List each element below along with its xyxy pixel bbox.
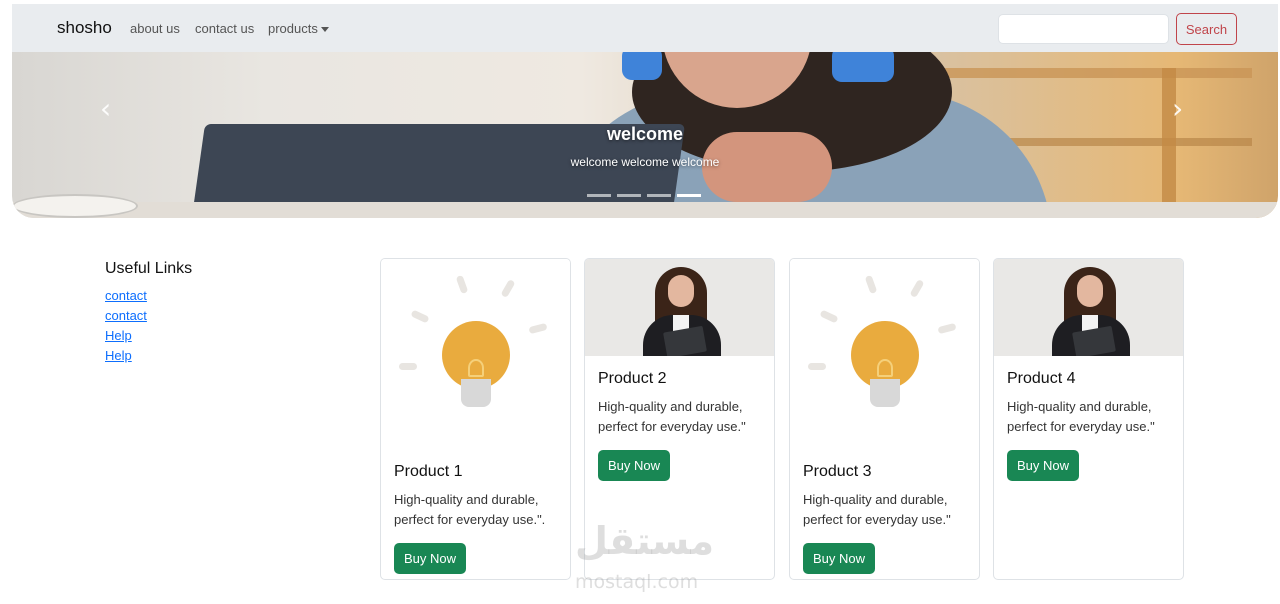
- product-card: Product 4 High-quality and durable, perf…: [993, 258, 1184, 580]
- product-card: Product 1 High-quality and durable, perf…: [380, 258, 571, 580]
- buy-now-button[interactable]: Buy Now: [598, 450, 671, 481]
- carousel-image-plate: [12, 194, 138, 218]
- watermark-text: mostaql.com: [575, 571, 699, 593]
- bulb-ray: [500, 278, 516, 299]
- lightbulb-image: [790, 259, 979, 449]
- page: shosho about us contact us products Sear…: [12, 4, 1278, 604]
- card-title: Product 1: [394, 463, 463, 480]
- useful-link-help[interactable]: Help: [105, 328, 132, 343]
- headphones-icon: [832, 52, 894, 82]
- card-text: High-quality and durable, perfect for ev…: [803, 492, 951, 527]
- nav-products-label: products: [268, 21, 318, 36]
- carousel-indicator-active[interactable]: [677, 194, 701, 197]
- woman-image: [585, 259, 774, 356]
- card-title: Product 3: [803, 463, 872, 480]
- bulb-ray: [864, 274, 878, 295]
- bulb-ray: [528, 322, 548, 335]
- lightbulb-image: [381, 259, 570, 449]
- navbar: shosho about us contact us products Sear…: [12, 4, 1278, 52]
- watermark-logo: مستقل: [575, 519, 714, 563]
- product-card: Product 3 High-quality and durable, perf…: [789, 258, 980, 580]
- card-text: High-quality and durable, perfect for ev…: [394, 492, 546, 527]
- bulb-ray: [909, 278, 925, 299]
- chevron-down-icon: [320, 27, 329, 33]
- buy-now-button[interactable]: Buy Now: [1007, 450, 1080, 481]
- carousel-indicator[interactable]: [587, 194, 611, 197]
- woman-image: [994, 259, 1183, 356]
- useful-link-help[interactable]: Help: [105, 348, 132, 363]
- carousel-indicator[interactable]: [617, 194, 641, 197]
- useful-links-title: Useful Links: [105, 260, 193, 277]
- hero-carousel: ‹ › welcome welcome welcome welcome: [12, 52, 1278, 218]
- card-body: Product 1 High-quality and durable, perf…: [381, 463, 570, 574]
- bulb-base: [461, 379, 491, 407]
- useful-link-contact[interactable]: contact: [105, 288, 147, 303]
- headphones-icon: [622, 52, 662, 80]
- card-text: High-quality and durable, perfect for ev…: [598, 399, 746, 434]
- search-input[interactable]: [998, 14, 1169, 44]
- search-button[interactable]: Search: [1176, 13, 1237, 45]
- card-title: Product 2: [598, 370, 667, 387]
- buy-now-button[interactable]: Buy Now: [394, 543, 467, 574]
- bulb-ray: [937, 322, 957, 335]
- woman-face: [1077, 275, 1103, 307]
- bulb-ray: [410, 309, 430, 324]
- bulb-base: [870, 379, 900, 407]
- card-text: High-quality and durable, perfect for ev…: [1007, 399, 1155, 434]
- brand-logo[interactable]: shosho: [57, 18, 112, 38]
- carousel-subtitle: welcome welcome welcome: [570, 155, 720, 169]
- nav-about-us[interactable]: about us: [130, 21, 180, 36]
- useful-link-contact[interactable]: contact: [105, 308, 147, 323]
- carousel-prev-icon[interactable]: ‹: [100, 92, 111, 125]
- buy-now-button[interactable]: Buy Now: [803, 543, 876, 574]
- nav-products-dropdown[interactable]: products: [268, 21, 329, 36]
- carousel-indicators: [587, 194, 701, 197]
- woman-face: [668, 275, 694, 307]
- nav-contact-us[interactable]: contact us: [195, 21, 254, 36]
- carousel-title: welcome: [606, 124, 684, 144]
- card-body: Product 2 High-quality and durable, perf…: [585, 370, 774, 481]
- watermark: مستقل mostaql.com: [575, 519, 714, 593]
- carousel-image-desk: [12, 202, 1278, 218]
- carousel-indicator[interactable]: [647, 194, 671, 197]
- bulb-ray: [808, 363, 826, 370]
- card-title: Product 4: [1007, 370, 1076, 387]
- carousel-next-icon[interactable]: ›: [1172, 92, 1183, 125]
- card-body: Product 3 High-quality and durable, perf…: [790, 463, 979, 574]
- heart-icon: [468, 359, 484, 377]
- bulb-ray: [455, 274, 469, 295]
- bulb-ray: [399, 363, 417, 370]
- bulb-ray: [819, 309, 839, 324]
- card-body: Product 4 High-quality and durable, perf…: [994, 370, 1183, 481]
- heart-icon: [877, 359, 893, 377]
